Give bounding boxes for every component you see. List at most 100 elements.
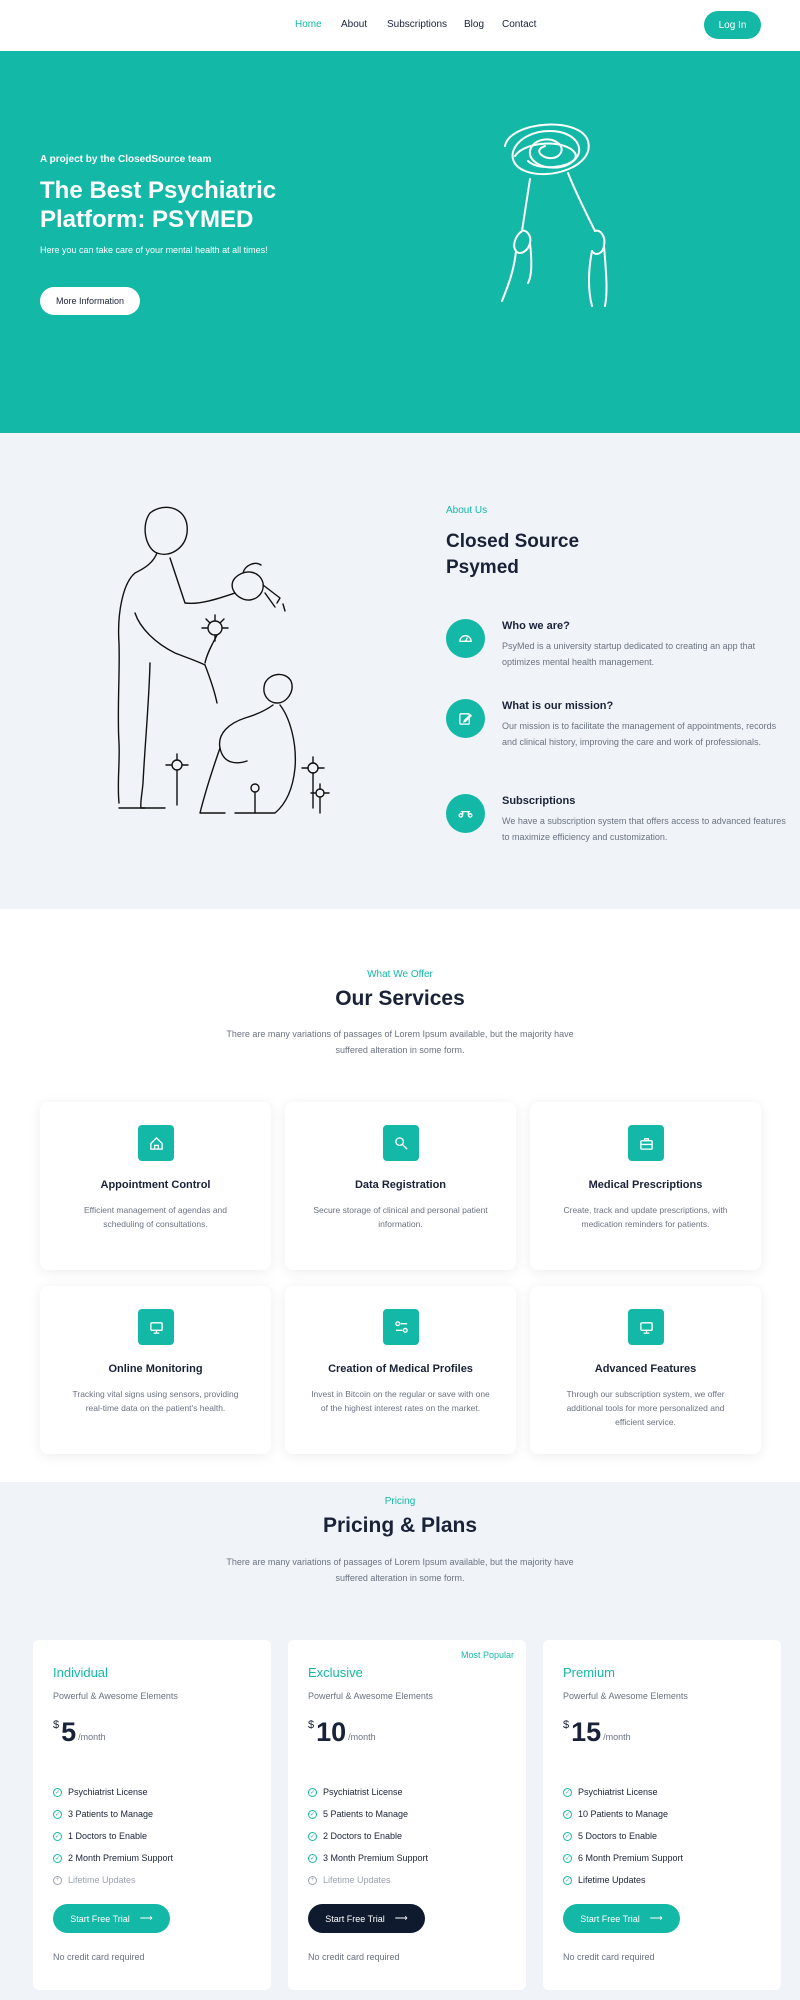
nav-link-home[interactable]: Home (295, 19, 322, 30)
plan-price: $ 15 /month (563, 1717, 631, 1747)
services-eyebrow: What We Offer (367, 969, 433, 980)
check-icon: ✓ (308, 1831, 317, 1841)
pricing-title: Pricing & Plans (322, 1514, 478, 1537)
plan-price: $ 10 /month (308, 1717, 376, 1747)
plan-feature-label: 3 Month Premium Support (323, 1853, 429, 1863)
plan-feature-label: Psychiatrist License (323, 1787, 403, 1797)
nav-link-about[interactable]: About (341, 19, 367, 30)
card-title: Creation of Medical Profiles (328, 1363, 473, 1375)
about-eyebrow: About Us (446, 505, 488, 516)
plan-feature: ✓ 5 Doctors to Enable (563, 1825, 683, 1847)
plan-note: No credit card required (53, 1952, 145, 1962)
arrow-right-icon: ⟶ (139, 1913, 153, 1923)
plan-feature-list: ✓ Psychiatrist License ✓ 3 Patients to Man… (53, 1781, 173, 1891)
arrow-right-icon: ⟶ (649, 1913, 663, 1923)
button-label: Start Free Trial (580, 1913, 640, 1924)
feature-title: Who we are? (502, 620, 570, 632)
feature-title: Subscriptions (502, 795, 576, 807)
service-card-medical-prescriptions[interactable]: Medical Prescriptions Create, track and … (530, 1102, 761, 1270)
more-information-button[interactable]: More Information (40, 287, 140, 315)
start-free-trial-button[interactable]: Start Free Trial ⟶ (53, 1904, 170, 1933)
plan-amount: 5 (61, 1717, 77, 1747)
check-icon: ✓ (563, 1787, 572, 1797)
plan-feature: ✓ 3 Month Premium Support (308, 1847, 428, 1869)
check-icon: ✓ (308, 1809, 317, 1819)
pricing-subtitle: There are many variations of passages of… (226, 1557, 574, 1583)
pricing-eyebrow: Pricing (384, 1496, 416, 1507)
check-icon: ✓ (53, 1809, 62, 1819)
plan-feature-list: ✓ Psychiatrist License ✓ 5 Patients to Man… (308, 1781, 428, 1891)
plan-feature-label: Lifetime Updates (578, 1875, 646, 1885)
hero-section: A project by the ClosedSource team The B… (0, 51, 800, 433)
search-icon (383, 1125, 419, 1161)
check-icon: ✓ (308, 1787, 317, 1797)
plan-feature-label: 5 Patients to Manage (323, 1809, 409, 1819)
hero-title: The Best Psychiatric Platform: PSYMED (40, 177, 277, 233)
plan-name: Premium (563, 1665, 616, 1680)
nav-link-subscriptions[interactable]: Subscriptions (387, 19, 447, 30)
plan-description: Powerful & Awesome Elements (563, 1691, 688, 1701)
monitor-icon (628, 1309, 664, 1345)
about-title-line-2: Psymed (446, 557, 519, 578)
plus-icon: + (308, 1875, 317, 1885)
card-text: Create, track and update prescriptions, … (563, 1205, 728, 1229)
monitor-icon (138, 1309, 174, 1345)
plan-feature-label: Lifetime Updates (323, 1875, 391, 1885)
card-title: Data Registration (354, 1179, 447, 1191)
plan-card-individual: Individual Powerful & Awesome Elements $… (33, 1640, 271, 1990)
plan-period: /month (603, 1732, 631, 1742)
plan-currency: $ (563, 1719, 570, 1731)
check-icon: ✓ (53, 1853, 62, 1863)
plan-feature: ✓ Psychiatrist License (563, 1781, 683, 1803)
card-title: Online Monitoring (108, 1363, 203, 1375)
card-text: Tracking vital signs using sensors, prov… (72, 1389, 239, 1413)
edit-icon (446, 699, 485, 738)
card-text: Through our subscription system, we offe… (566, 1389, 725, 1427)
service-card-appointment-control[interactable]: Appointment Control Efficient management… (40, 1102, 271, 1270)
login-button[interactable]: Log In (704, 11, 761, 39)
service-card-data-registration[interactable]: Data Registration Secure storage of clin… (285, 1102, 516, 1270)
plan-amount: 10 (316, 1717, 347, 1747)
plan-name: Exclusive (308, 1665, 363, 1680)
check-icon: ✓ (563, 1831, 572, 1841)
plan-feature-label: 1 Doctors to Enable (68, 1831, 148, 1841)
plan-feature: ✓ 10 Patients to Manage (563, 1803, 683, 1825)
plan-feature-label: 10 Patients to Manage (578, 1809, 669, 1819)
start-free-trial-button[interactable]: Start Free Trial ⟶ (308, 1904, 425, 1933)
start-free-trial-button[interactable]: Start Free Trial ⟶ (563, 1904, 680, 1933)
plan-description: Powerful & Awesome Elements (53, 1691, 178, 1701)
plan-card-exclusive: Most Popular Exclusive Powerful & Awesom… (288, 1640, 526, 1990)
hero-illustration (501, 123, 608, 307)
plan-feature-label: Psychiatrist License (68, 1787, 148, 1797)
plan-feature-label: Lifetime Updates (68, 1875, 136, 1885)
check-icon: ✓ (563, 1809, 572, 1819)
services-title: Our Services (335, 987, 465, 1010)
service-card-online-monitoring[interactable]: Online Monitoring Tracking vital signs u… (40, 1286, 271, 1454)
dashboard-icon (446, 619, 485, 658)
service-card-medical-profiles[interactable]: Creation of Medical Profiles Invest in B… (285, 1286, 516, 1454)
plan-feature-label: Psychiatrist License (578, 1787, 658, 1797)
nav-link-blog[interactable]: Blog (464, 19, 484, 30)
about-illustration (117, 506, 330, 814)
button-label: Start Free Trial (70, 1913, 130, 1924)
plan-feature-label: 3 Patients to Manage (68, 1809, 154, 1819)
pricing-section: Pricing Pricing & Plans There are many v… (0, 1482, 800, 2000)
feature-text: Our mission is to facilitate the managem… (502, 721, 777, 747)
check-icon: ✓ (308, 1853, 317, 1863)
arrow-right-icon: ⟶ (394, 1913, 408, 1923)
plus-icon: + (53, 1875, 62, 1885)
button-label: Start Free Trial (325, 1913, 385, 1924)
service-card-advanced-features[interactable]: Advanced Features Through our subscripti… (530, 1286, 761, 1454)
plan-note: No credit card required (308, 1952, 400, 1962)
plan-currency: $ (308, 1719, 315, 1731)
plan-feature: ✓ Psychiatrist License (53, 1781, 173, 1803)
plan-amount: 15 (571, 1717, 602, 1747)
plan-feature: ✓ 5 Patients to Manage (308, 1803, 428, 1825)
plan-feature: ✓ Lifetime Updates (563, 1869, 683, 1891)
plan-card-premium: Premium Powerful & Awesome Elements $ 15… (543, 1640, 781, 1990)
plan-feature-label: 2 Month Premium Support (68, 1853, 174, 1863)
card-title: Medical Prescriptions (588, 1179, 703, 1191)
plan-feature: ✓ 6 Month Premium Support (563, 1847, 683, 1869)
nav-link-contact[interactable]: Contact (502, 19, 536, 30)
feature-title: What is our mission? (502, 700, 614, 712)
